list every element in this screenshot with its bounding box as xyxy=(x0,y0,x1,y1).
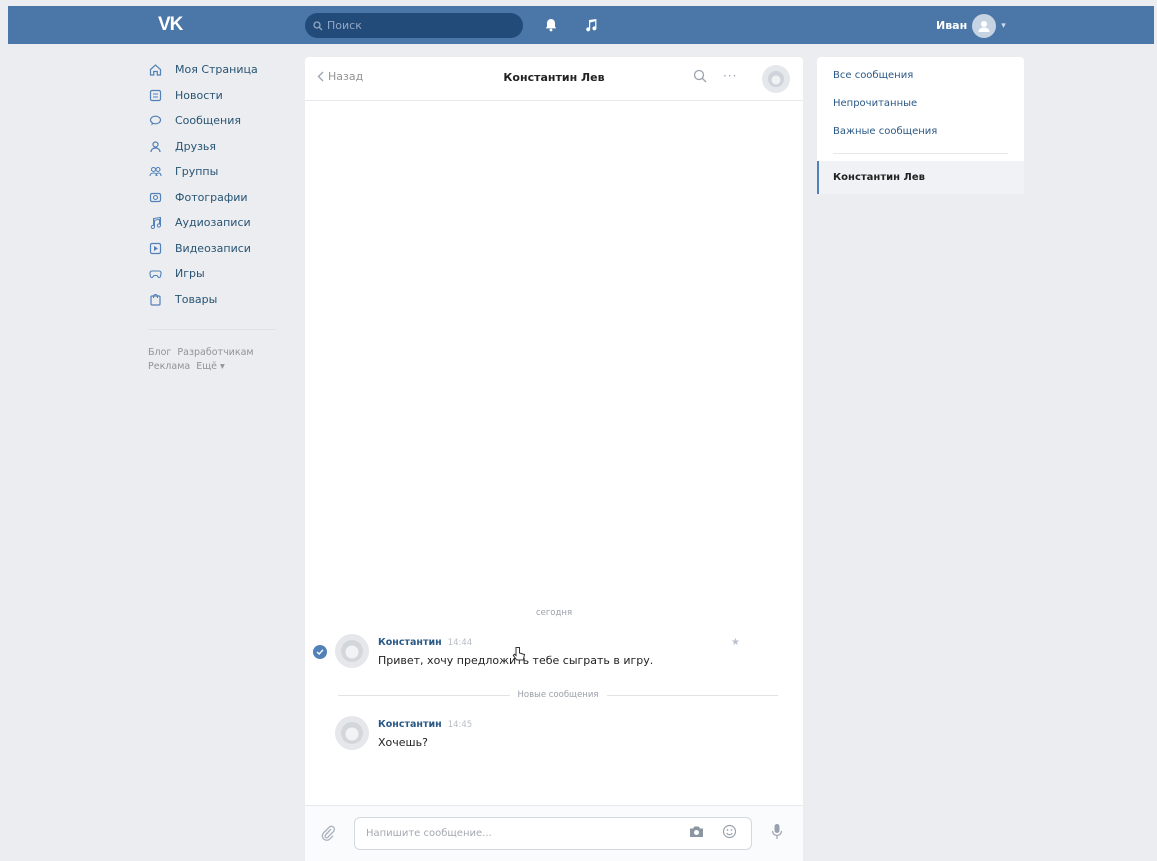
more-options-icon[interactable]: ··· xyxy=(723,69,737,83)
menu-divider xyxy=(833,153,1008,154)
user-name: Иван xyxy=(936,19,968,32)
nav-label: Аудиозаписи xyxy=(175,216,251,230)
star-icon[interactable]: ★ xyxy=(731,637,740,648)
avatar[interactable] xyxy=(335,716,369,750)
nav-label: Друзья xyxy=(175,139,217,153)
search-icon xyxy=(313,20,323,30)
nav-item-my-page[interactable]: Моя Страница xyxy=(148,57,288,83)
footer-link-blog[interactable]: Блог xyxy=(148,347,171,358)
audio-icon xyxy=(148,216,162,230)
nav-label: Сообщения xyxy=(175,114,242,128)
nav-item-messages[interactable]: Сообщения xyxy=(148,108,288,134)
camera-icon[interactable] xyxy=(689,825,704,838)
smile-icon[interactable] xyxy=(722,824,737,839)
chat-panel: Назад Константин Лев ··· сегодня Констан… xyxy=(305,57,803,861)
chat-header: Назад Константин Лев ··· xyxy=(305,57,803,101)
goods-icon xyxy=(148,292,162,306)
chevron-down-icon: ▾ xyxy=(1001,20,1006,31)
separator-line xyxy=(338,694,510,696)
left-navigation: Моя Страница Новости Сообщения Друзья Гр… xyxy=(148,57,288,374)
footer-links: Блог Разработчикам Реклама Ещё ▾ xyxy=(148,346,278,374)
paperclip-icon[interactable] xyxy=(321,824,335,842)
new-messages-separator: Новые сообщения xyxy=(338,689,778,701)
nav-item-goods[interactable]: Товары xyxy=(148,287,288,313)
nav-divider xyxy=(148,329,276,330)
search-icon[interactable] xyxy=(693,69,707,83)
nav-label: Группы xyxy=(175,165,219,179)
new-messages-label: Новые сообщения xyxy=(517,690,599,700)
user-avatar-icon xyxy=(972,13,997,38)
date-separator: сегодня xyxy=(535,608,573,618)
microphone-icon[interactable] xyxy=(771,823,783,841)
message-item[interactable]: Константин 14:44 Привет, хочу предложить … xyxy=(305,634,803,678)
lion-avatar-icon xyxy=(341,640,363,662)
nav-item-photos[interactable]: Фотографии xyxy=(148,185,288,211)
friends-icon xyxy=(148,139,162,153)
chat-avatar[interactable] xyxy=(762,65,790,93)
nav-item-audio[interactable]: Аудиозаписи xyxy=(148,210,288,236)
message-composer: Напишите сообщение... xyxy=(305,805,803,861)
message-time: 14:45 xyxy=(447,720,473,730)
author-name: Константин xyxy=(378,637,442,648)
user-menu[interactable]: Иван ▾ xyxy=(936,13,1006,38)
check-icon[interactable] xyxy=(313,645,327,659)
message-text: Хочешь? xyxy=(378,736,428,749)
footer-link-developers[interactable]: Разработчикам xyxy=(177,347,253,358)
photos-icon xyxy=(148,190,162,204)
filter-important[interactable]: Важные сообщения xyxy=(833,126,937,137)
nav-label: Видеозаписи xyxy=(175,241,251,255)
filter-unread[interactable]: Непрочитанные xyxy=(833,98,917,109)
message-author[interactable]: Константин 14:45 xyxy=(378,719,472,730)
footer-link-more[interactable]: Ещё ▾ xyxy=(196,361,225,372)
top-bar: VK Поиск Иван ▾ xyxy=(8,6,1154,44)
lion-avatar-icon xyxy=(768,71,784,87)
nav-label: Фотографии xyxy=(175,190,248,204)
message-time: 14:44 xyxy=(447,638,473,648)
nav-item-games[interactable]: Игры xyxy=(148,261,288,287)
games-icon xyxy=(148,267,162,281)
groups-icon xyxy=(148,165,162,179)
message-author[interactable]: Константин 14:44 xyxy=(378,637,472,648)
bell-icon[interactable] xyxy=(543,17,559,33)
search-placeholder: Поиск xyxy=(327,19,362,32)
nav-item-news[interactable]: Новости xyxy=(148,83,288,109)
home-icon xyxy=(148,63,162,77)
nav-label: Товары xyxy=(175,292,218,306)
filter-all-messages[interactable]: Все сообщения xyxy=(833,70,913,81)
news-icon xyxy=(148,88,162,102)
avatar[interactable] xyxy=(335,634,369,668)
nav-item-groups[interactable]: Группы xyxy=(148,159,288,185)
footer-link-ads[interactable]: Реклама xyxy=(148,361,190,372)
message-filters-menu: Все сообщения Непрочитанные Важные сообщ… xyxy=(817,57,1024,194)
messages-icon xyxy=(148,114,162,128)
music-note-icon[interactable] xyxy=(583,17,599,33)
nav-label: Моя Страница xyxy=(175,63,258,77)
video-icon xyxy=(148,241,162,255)
message-item[interactable]: Константин 14:45 Хочешь? xyxy=(305,716,803,760)
vk-logo[interactable]: VK xyxy=(158,14,188,36)
author-name: Константин xyxy=(378,719,442,730)
nav-label: Игры xyxy=(175,267,205,281)
search-input[interactable]: Поиск xyxy=(305,13,523,38)
nav-label: Новости xyxy=(175,88,223,102)
separator-line xyxy=(606,694,778,696)
lion-avatar-icon xyxy=(341,722,363,744)
active-dialog-item[interactable]: Константин Лев xyxy=(817,161,1024,194)
nav-item-video[interactable]: Видеозаписи xyxy=(148,236,288,262)
pointer-cursor-icon xyxy=(512,647,526,661)
nav-item-friends[interactable]: Друзья xyxy=(148,134,288,160)
